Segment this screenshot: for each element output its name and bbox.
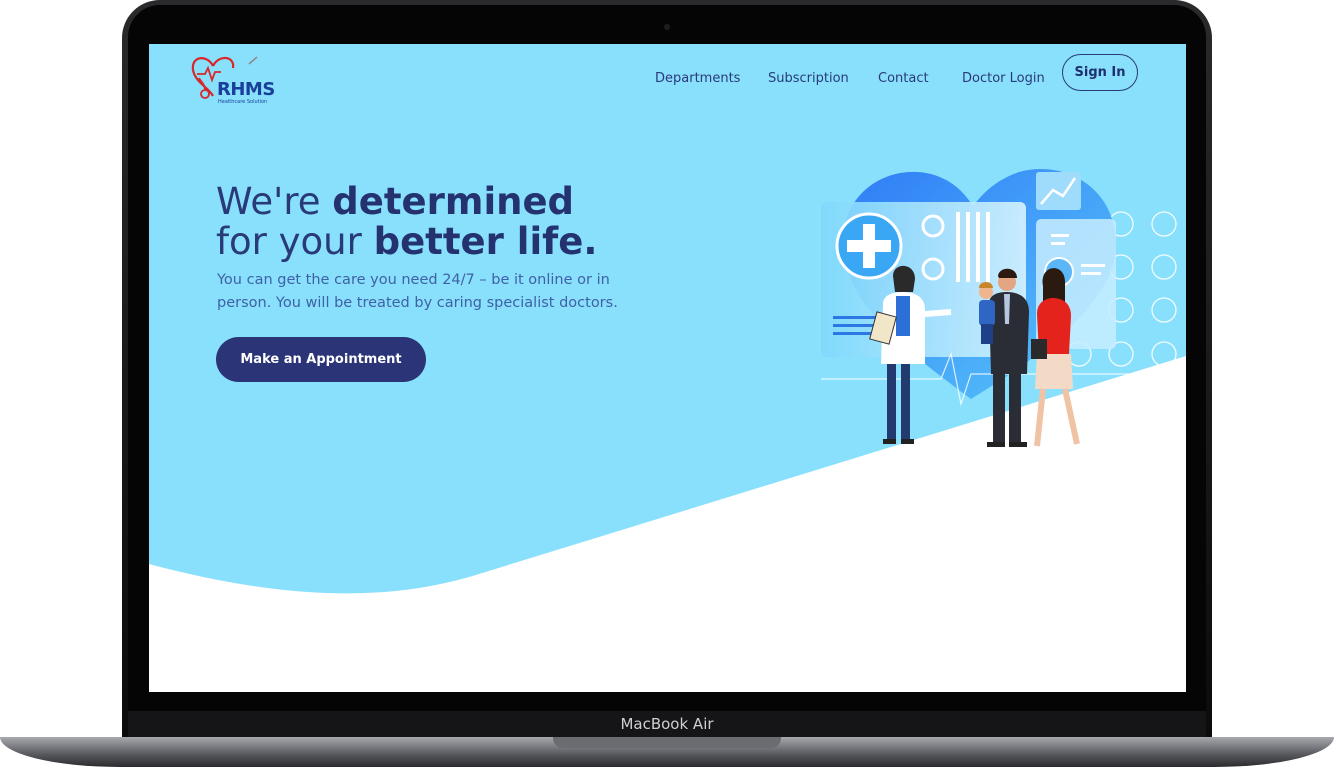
browser-viewport: RHMS Healthcare Solution Departments Sub… [149,44,1186,692]
make-appointment-button[interactable]: Make an Appointment [216,337,426,382]
brand-logo[interactable]: RHMS Healthcare Solution [191,50,286,105]
headline-emphasis-2: better life. [373,220,598,263]
nav-doctor-login[interactable]: Doctor Login [962,71,1045,86]
hero-subtitle: You can get the care you need 24/7 – be … [217,272,618,311]
headline-emphasis: determined [332,180,575,223]
nav-departments[interactable]: Departments [655,71,740,86]
nav-contact[interactable]: Contact [878,71,929,86]
logo-tagline: Healthcare Solution [218,99,268,105]
camera-icon [664,24,670,30]
laptop-hinge-notch [553,737,781,748]
sign-in-button[interactable]: Sign In [1062,54,1138,91]
device-label: MacBook Air [620,715,714,733]
logo-text: RHMS [217,79,275,100]
nav-subscription[interactable]: Subscription [768,71,849,86]
doctor-family-illustration [821,168,1186,447]
hero-headline: We're determined for your better life. [216,180,598,263]
